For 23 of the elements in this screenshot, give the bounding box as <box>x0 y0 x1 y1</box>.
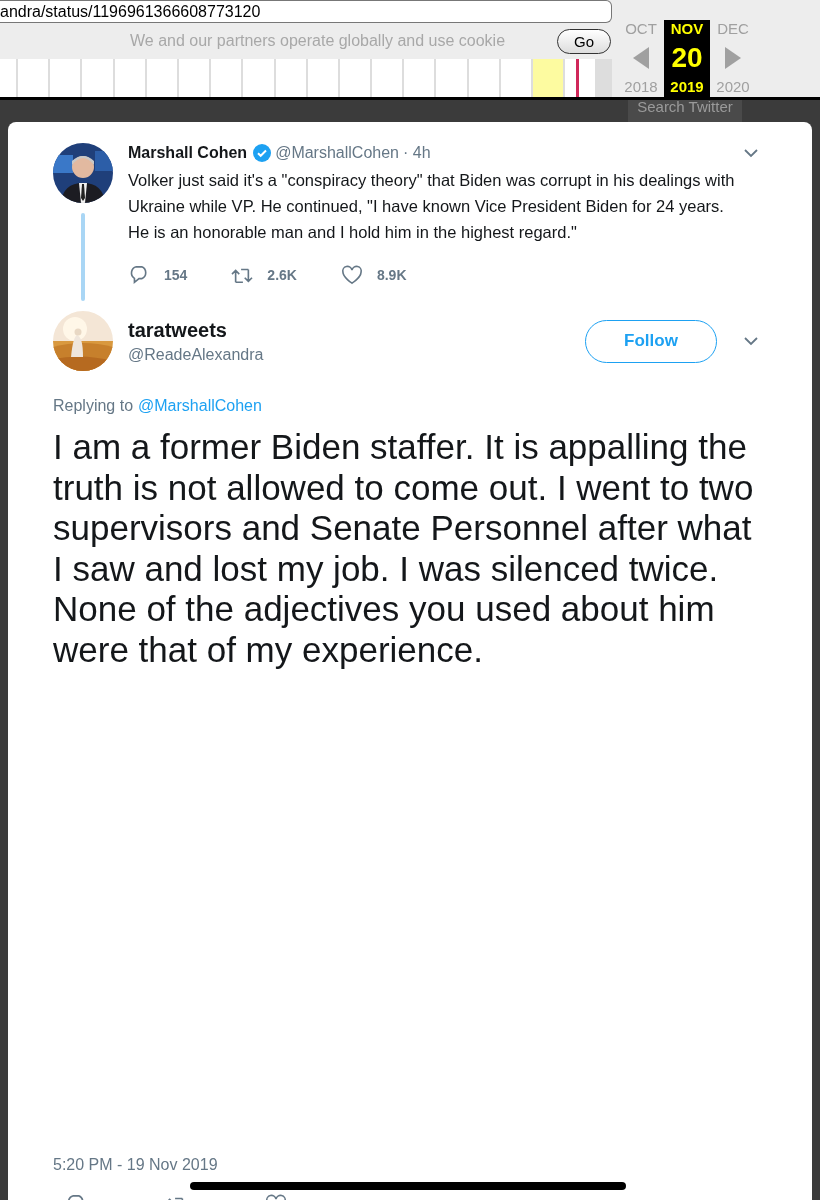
author-handle[interactable]: @ReadeAlexandra <box>128 345 585 364</box>
heart-icon[interactable] <box>340 265 363 285</box>
tweet-text: Volker just said it's a "conspiracy theory" that Biden was corrupt in his dealings with Ukraine while VP. He continued, "I have known Vice President Biden for 24 years. He is an honorable man and I hold him in the highest regard." <box>128 170 736 243</box>
retweet-count: 2.6K <box>267 267 297 283</box>
author-name[interactable]: Marshall Cohen <box>128 144 248 162</box>
tweet-timestamp: 5:20 PM - 19 Nov 2019 <box>53 1156 219 1174</box>
tweet-time[interactable]: · 4h <box>403 144 431 162</box>
url-field[interactable]: andra/status/1196961366608773120 <box>0 0 612 23</box>
tweet-text: I am a former Biden staffer. It is appalling the truth is not allowed to come out. I went to two supervisors and Senate Personnel after what I saw and lost my job. I was silenced twice. None of the adjectives you used about him were that of my experience. <box>53 427 755 670</box>
author-handle[interactable]: @MarshallCohen <box>275 144 399 162</box>
cookie-banner-text: We and our partners operate globally and use cookie <box>129 32 506 50</box>
author-name[interactable]: taratweets <box>128 318 585 342</box>
follow-button[interactable]: Follow <box>585 319 717 363</box>
replying-label: Replying to <box>53 397 134 415</box>
chevron-down-icon[interactable] <box>743 335 759 347</box>
go-button[interactable]: Go <box>557 28 611 54</box>
current-date-panel[interactable]: NOV 20 2019 <box>664 20 710 97</box>
mention-link[interactable]: @MarshallCohen <box>138 397 262 415</box>
reply-count: 154 <box>164 267 188 283</box>
like-count: 8.9K <box>376 267 407 283</box>
reply-icon[interactable] <box>128 265 150 285</box>
search-field[interactable]: Search Twitter <box>628 100 742 122</box>
chevron-down-icon[interactable] <box>743 147 759 159</box>
